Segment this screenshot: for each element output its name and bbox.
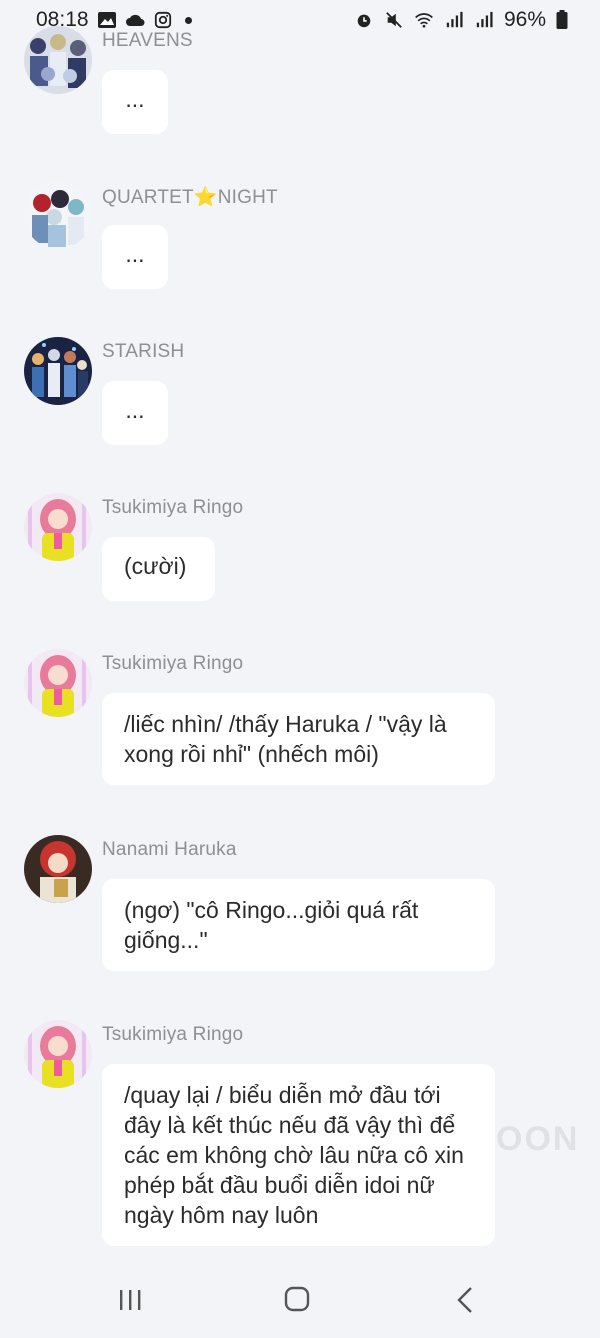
- avatar[interactable]: [24, 649, 92, 717]
- notification-dot: [184, 16, 192, 24]
- recent-apps-icon[interactable]: [110, 1284, 150, 1316]
- sender-name: STARISH: [102, 341, 185, 362]
- battery-percent: 96%: [503, 8, 546, 31]
- message-bubble[interactable]: (cười): [102, 537, 215, 601]
- avatar[interactable]: [24, 26, 92, 94]
- status-bar: 08:18 96%: [0, 0, 600, 40]
- sender-name: HEAVENS: [102, 30, 193, 51]
- back-icon[interactable]: [446, 1284, 486, 1316]
- avatar[interactable]: [24, 1020, 92, 1088]
- avatar[interactable]: [24, 493, 92, 561]
- message-bubble[interactable]: /quay lại / biểu diễn mở đầu tới đây là …: [102, 1064, 495, 1246]
- signal-icon: [476, 11, 493, 28]
- message-bubble[interactable]: (ngơ) "cô Ringo...giỏi quá rất giống...": [102, 879, 495, 971]
- sender-name: Tsukimiya Ringo: [102, 653, 244, 674]
- alarm-icon: [357, 14, 371, 28]
- avatar[interactable]: [24, 337, 92, 405]
- instagram-icon: [154, 11, 171, 29]
- sender-name: Tsukimiya Ringo: [102, 1024, 244, 1045]
- cloud-icon: [125, 14, 145, 26]
- navigation-bar: [0, 1262, 600, 1338]
- message-bubble[interactable]: ...: [102, 70, 168, 134]
- watermark: OON: [496, 1120, 580, 1158]
- message-bubble[interactable]: /liếc nhìn/ /thấy Haruka / "vậy là xong …: [102, 693, 495, 785]
- avatar[interactable]: [24, 181, 92, 249]
- message-bubble[interactable]: ...: [102, 381, 168, 445]
- signal-icon: [446, 11, 463, 28]
- sender-name: Nanami Haruka: [102, 839, 237, 860]
- message-bubble[interactable]: ...: [102, 225, 168, 289]
- home-icon[interactable]: [277, 1284, 317, 1316]
- avatar[interactable]: [24, 835, 92, 903]
- battery-icon: [556, 10, 568, 29]
- image-icon: [97, 12, 116, 28]
- sender-name: Tsukimiya Ringo: [102, 497, 244, 518]
- wifi-icon: [415, 13, 433, 28]
- mute-icon: [386, 12, 402, 28]
- sender-name: QUARTET⭐NIGHT: [102, 187, 278, 208]
